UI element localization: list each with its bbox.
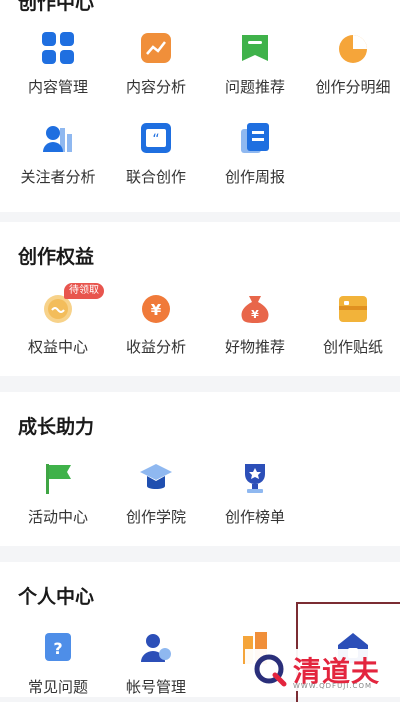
item-label: 权益中心 xyxy=(27,338,88,356)
svg-text:¥: ¥ xyxy=(251,308,259,321)
section-title: 创作中心 xyxy=(18,0,95,14)
goods-recommend-item[interactable]: ¥ 好物推荐 xyxy=(205,290,305,357)
graduation-cap-icon xyxy=(138,460,174,496)
pending-badge: 待领取 xyxy=(64,283,104,299)
follower-chart-icon xyxy=(40,120,76,156)
item-label: 创作榜单 xyxy=(224,508,285,526)
item-label: 收益分析 xyxy=(125,338,186,356)
quote-icon: “ xyxy=(138,120,174,156)
svg-text:¥: ¥ xyxy=(151,301,162,319)
item-label: 好物推荐 xyxy=(224,338,285,356)
weekly-report-item[interactable]: 创作周报 xyxy=(205,120,305,187)
section-title: 个人中心 xyxy=(18,586,95,608)
item-label: 联合创作 xyxy=(125,168,186,186)
item-label: 问题推荐 xyxy=(224,78,285,96)
pie-chart-icon xyxy=(335,30,371,66)
joint-creation-item[interactable]: “ 联合创作 xyxy=(106,120,206,187)
item-label: 内容管理 xyxy=(27,78,88,96)
content-management-item[interactable]: 内容管理 xyxy=(8,30,108,97)
grid-icon xyxy=(40,30,76,66)
yen-coin-icon: ¥ xyxy=(138,290,174,326)
section-creation-rights: 创作权益 待领取 权益中心 ¥ 收益分析 ¥ 好物推荐 创作贴纸 xyxy=(0,222,400,376)
creation-detail-item[interactable]: 创作分明细 xyxy=(303,30,400,97)
section-creation-center: 创作中心 内容管理 内容分析 问题推荐 创作分明细 关注者分析 “ 联合创作 创… xyxy=(0,0,400,212)
section-growth-support: 成长助力 活动中心 创作学院 创作榜单 xyxy=(0,392,400,546)
content-analysis-item[interactable]: 内容分析 xyxy=(106,30,206,97)
item-label: 关注者分析 xyxy=(20,168,96,186)
logo-icon xyxy=(253,653,287,687)
activity-center-item[interactable]: 活动中心 xyxy=(8,460,108,527)
trend-chart-icon xyxy=(138,30,174,66)
item-label: 创作分明细 xyxy=(315,78,391,96)
rights-center-item[interactable]: 待领取 权益中心 xyxy=(8,283,108,357)
item-label: 创作学院 xyxy=(125,508,186,526)
account-management-item[interactable]: 帐号管理 xyxy=(106,630,206,697)
creation-ranking-item[interactable]: 创作榜单 xyxy=(205,460,305,527)
help-icon: ? xyxy=(40,630,76,666)
svg-text:?: ? xyxy=(53,639,62,658)
item-label: 活动中心 xyxy=(27,508,88,526)
income-analysis-item[interactable]: ¥ 收益分析 xyxy=(106,290,206,357)
sticker-box-icon xyxy=(335,290,371,326)
creation-sticker-item[interactable]: 创作贴纸 xyxy=(303,290,400,357)
item-label: 内容分析 xyxy=(125,78,186,96)
question-recommend-item[interactable]: 问题推荐 xyxy=(205,30,305,97)
flag-icon xyxy=(40,460,76,496)
creation-academy-item[interactable]: 创作学院 xyxy=(106,460,206,527)
section-title: 成长助力 xyxy=(18,416,95,438)
question-bookmark-icon xyxy=(237,30,273,66)
item-label: 创作周报 xyxy=(224,168,285,186)
item-label: 创作贴纸 xyxy=(322,338,383,356)
follower-analysis-item[interactable]: 关注者分析 xyxy=(8,120,108,187)
trophy-icon xyxy=(237,460,273,496)
watermark: 清道夫 WWW.QDFUJI.COM xyxy=(244,649,388,691)
watermark-url: WWW.QDFUJI.COM xyxy=(292,682,372,690)
svg-text:“: “ xyxy=(152,132,159,148)
coin-icon: 待领取 xyxy=(40,283,104,326)
money-bag-icon: ¥ xyxy=(237,290,273,326)
faq-item[interactable]: ? 常见问题 xyxy=(8,630,108,697)
report-icon xyxy=(237,120,273,156)
item-label: 常见问题 xyxy=(27,678,88,696)
item-label: 帐号管理 xyxy=(125,678,186,696)
account-icon xyxy=(138,630,174,666)
section-title: 创作权益 xyxy=(18,246,95,268)
